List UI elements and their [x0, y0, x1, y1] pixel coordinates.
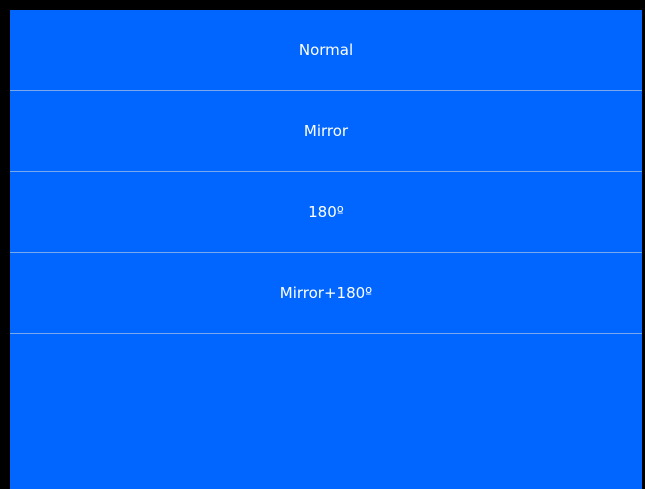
menu-item-mirror[interactable]: Mirror [10, 91, 642, 172]
screen-frame: Normal Mirror 180º Mirror+180º [0, 0, 645, 489]
menu-item-rotate-180[interactable]: 180º [10, 172, 642, 253]
menu-item-normal[interactable]: Normal [10, 10, 642, 91]
menu-item-label: Normal [298, 41, 354, 59]
menu-item-label: Mirror [303, 122, 349, 140]
menu-item-label: 180º [308, 203, 344, 221]
orientation-menu: Normal Mirror 180º Mirror+180º [10, 10, 642, 489]
menu-item-mirror-rotate-180[interactable]: Mirror+180º [10, 253, 642, 334]
menu-item-label: Mirror+180º [279, 284, 373, 302]
